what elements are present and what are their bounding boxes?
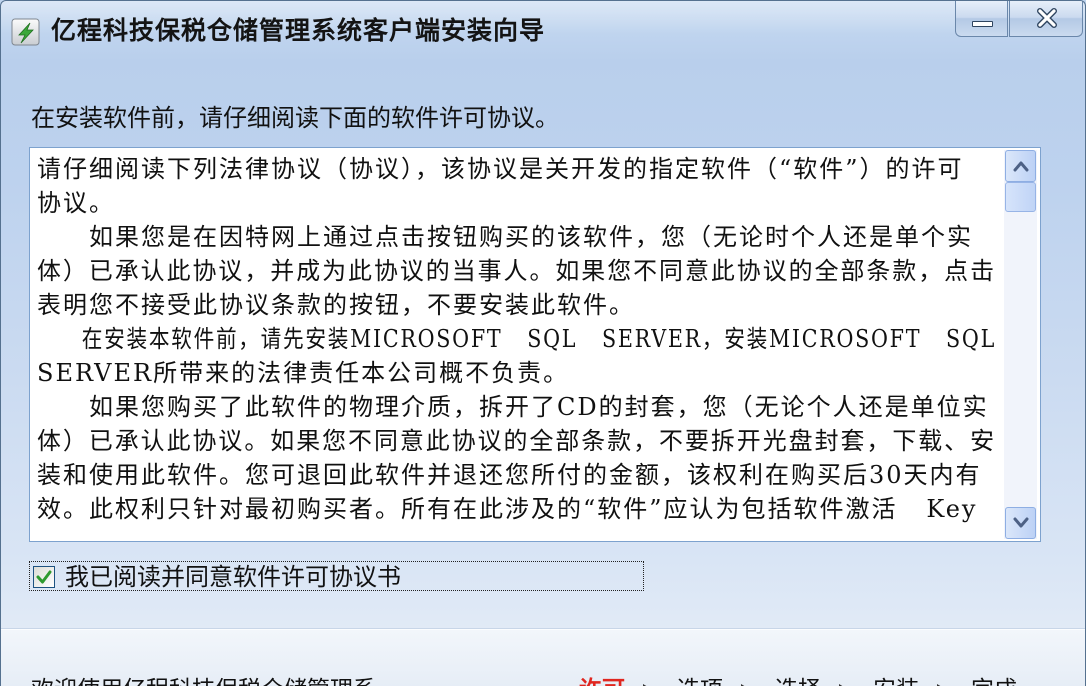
chevron-down-icon (1013, 517, 1029, 528)
license-line: 如果您购买了此软件的物理介质，拆开了CD的封套，您（无论个人还是单位实 (37, 393, 989, 421)
scroll-up-button[interactable] (1005, 150, 1036, 182)
license-textbox[interactable]: 请仔细阅读下列法律协议（协议），该协议是关开发的指定软件（“软件”）的许可 协议… (29, 147, 1041, 542)
checkmark-icon (36, 570, 52, 584)
license-line: 效。此权利只针对最初购买者。所有在此涉及的“软件”应认为包括软件激活 Key (37, 495, 978, 523)
step-install: 安装 (873, 675, 921, 686)
minimize-icon (972, 21, 993, 27)
step-select: 选择 (775, 675, 823, 686)
window-title: 亿程科技保税仓储管理系统客户端安装向导 (51, 16, 546, 45)
step-finish: 完成 (971, 675, 1019, 686)
license-line: 协议。 (37, 189, 115, 217)
scroll-down-button[interactable] (1005, 507, 1036, 539)
chevron-up-icon (1013, 161, 1029, 172)
license-line: 如果您是在因特网上通过点击按钮购买的该软件，您（无论时个人还是单个实 (37, 223, 973, 251)
installer-window: 亿程科技保税仓储管理系统客户端安装向导 在安装软件前，请仔细阅读下面的软件许可协… (0, 0, 1086, 686)
installer-bolt-icon (11, 18, 40, 46)
license-line: 体）已承认此协议。如果您不同意此协议的全部条款，不要拆开光盘封套，下载、安 (37, 427, 996, 455)
minimize-button[interactable] (955, 1, 1008, 37)
close-icon (1037, 8, 1057, 28)
license-line: 表明您不接受此协议条款的按钮，不要安装此软件。 (37, 291, 635, 319)
close-button[interactable] (1009, 1, 1083, 37)
license-scrollbar[interactable] (1004, 150, 1037, 539)
license-text: 请仔细阅读下列法律协议（协议），该协议是关开发的指定软件（“软件”）的许可 协议… (37, 152, 998, 539)
license-line: 请仔细阅读下列法律协议（协议），该协议是关开发的指定软件（“软件”）的许可 (37, 155, 964, 183)
scroll-track[interactable] (1004, 182, 1037, 507)
license-line: 装和使用此软件。您可退回此软件并退还您所付的金额，该权利在购买后30天内有 (37, 461, 982, 489)
step-license: 许可 (579, 675, 627, 686)
step-options: 选项 (677, 675, 725, 686)
wizard-steps: 许可 选项 选择 安装 完成 (579, 675, 1019, 686)
footer-bar: 欢迎使用亿程科技保税仓储管理系 许可 选项 选择 安装 完成 (1, 629, 1085, 686)
welcome-text: 欢迎使用亿程科技保税仓储管理系 (31, 675, 376, 686)
scroll-thumb[interactable] (1005, 182, 1036, 212)
license-line: 体）已承认此协议，并成为此协议的当事人。如果您不同意此协议的全部条款，点击 (37, 257, 996, 285)
license-line: SERVER所带来的法律责任本公司概不负责。 (37, 359, 570, 387)
license-line: 在安装本软件前，请先安装MICROSOFT SQL SERVER，安装MICRO… (37, 325, 996, 353)
license-intro-label: 在安装软件前，请仔细阅读下面的软件许可协议。 (31, 104, 559, 132)
title-bar[interactable]: 亿程科技保税仓储管理系统客户端安装向导 (1, 1, 1085, 61)
agree-checkbox[interactable] (33, 566, 55, 588)
agree-label[interactable]: 我已阅读并同意软件许可协议书 (65, 562, 401, 592)
